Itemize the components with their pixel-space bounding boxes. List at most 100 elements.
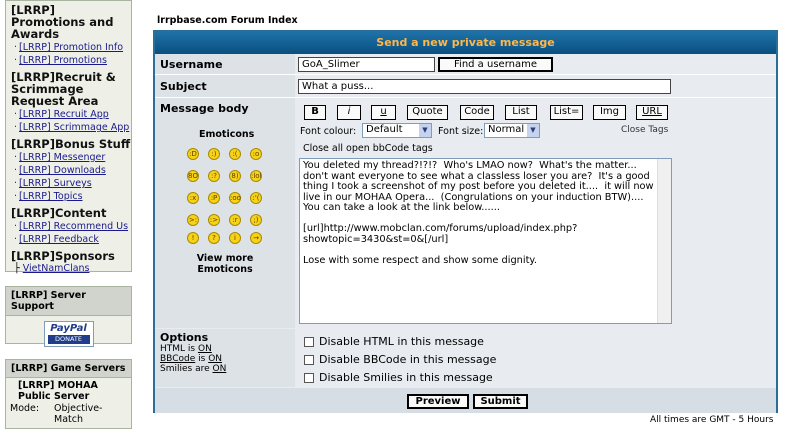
section-links: · [LRRP] Recommend Us · [LRRP] Feedback	[6, 220, 131, 246]
section-title: [LRRP]Content	[11, 206, 107, 220]
list-item: · [LRRP] Recommend Us	[14, 221, 129, 232]
html-is-text: HTML is	[160, 344, 196, 354]
ordered-list-button[interactable]: List=	[550, 105, 583, 120]
breadcrumb[interactable]: lrrpbase.com Forum Index	[157, 15, 298, 26]
section-links: · [LRRP] Recruit App · [LRRP] Scrimmage Ap…	[6, 108, 131, 134]
bbcode-status: BBCode is ON	[160, 354, 222, 365]
mode-value: Objective-Match	[54, 403, 103, 425]
subject-row: Subject What a puss...	[155, 75, 776, 98]
section-links: · [LRRP] Messenger · [LRRP] Downloads · [LR…	[6, 151, 131, 203]
link-vietnamclans[interactable]: VietNamClans	[23, 263, 90, 274]
smile-emoticon-icon[interactable]: :D	[187, 148, 199, 160]
submit-button[interactable]: Submit	[473, 394, 528, 409]
form-title: Send a new private message	[155, 32, 776, 54]
link-recruit-app[interactable]: [LRRP] Recruit App	[19, 109, 109, 120]
idea-emoticon-icon[interactable]: i	[229, 232, 241, 244]
link-promotion-info[interactable]: [LRRP] Promotion Info	[19, 42, 123, 53]
font-colour-label: Font colour:	[300, 126, 357, 137]
bbcode-state[interactable]: ON	[208, 354, 222, 364]
link-downloads[interactable]: [LRRP] Downloads	[19, 165, 106, 176]
shocked-emoticon-icon[interactable]: 8O	[187, 170, 199, 182]
list-button[interactable]: List	[505, 105, 537, 120]
mode-label: Mode:	[10, 403, 40, 414]
surprised-emoticon-icon[interactable]: :o	[250, 148, 262, 160]
list-item: · [LRRP] Recruit App	[14, 109, 109, 120]
find-username-button[interactable]: Find a username	[438, 57, 553, 72]
list-item: · [LRRP] Downloads	[14, 165, 106, 176]
html-state[interactable]: ON	[198, 344, 212, 354]
disable-bbcode-label: Disable BBCode in this message	[319, 353, 497, 366]
emoticons-title: Emoticons	[199, 129, 255, 140]
rolleyes-emoticon-icon[interactable]: :r	[229, 214, 241, 226]
view-more-emoticons-link[interactable]: View more Emoticons	[195, 253, 255, 275]
quote-button[interactable]: Quote	[407, 105, 448, 120]
question-emoticon-icon[interactable]: ?	[208, 232, 220, 244]
link-recommend-us[interactable]: [LRRP] Recommend Us	[19, 221, 128, 232]
disable-html-label: Disable HTML in this message	[319, 335, 484, 348]
game-servers-box: [LRRP] Game Servers [LRRP] MOHAA Public …	[5, 359, 132, 429]
disable-html-checkbox[interactable]	[304, 337, 314, 347]
font-size-value: Normal	[488, 124, 525, 135]
paypal-donate-button[interactable]: PayPal DONATE	[43, 321, 94, 347]
list-item: · [LRRP] Promotions	[14, 55, 107, 66]
textarea-scrollbar[interactable]	[657, 159, 671, 323]
italic-button[interactable]: i	[337, 105, 361, 120]
evil-emoticon-icon[interactable]: >:	[187, 214, 199, 226]
url-button[interactable]: URL	[636, 105, 668, 120]
game-servers-title: [LRRP] Game Servers	[6, 360, 131, 378]
link-messenger[interactable]: [LRRP] Messenger	[19, 152, 105, 163]
link-topics[interactable]: [LRRP] Topics	[19, 191, 83, 202]
underline-button[interactable]: u	[371, 105, 396, 120]
bbcode-is-text: is	[198, 354, 206, 364]
font-size-select[interactable]: Normal ▼	[484, 123, 540, 138]
list-item: · [LRRP] Feedback	[14, 234, 99, 245]
crying-emoticon-icon[interactable]: :'(	[250, 192, 262, 204]
link-feedback[interactable]: [LRRP] Feedback	[19, 234, 99, 245]
embarrassed-emoticon-icon[interactable]: :oo	[229, 192, 241, 204]
confused-emoticon-icon[interactable]: :?	[208, 170, 220, 182]
section-title: [LRRP]Bonus Stuff	[11, 137, 131, 151]
private-message-form: Send a new private message Username GoA_…	[153, 30, 778, 413]
bbcode-faq-link[interactable]: BBCode	[160, 354, 195, 364]
tree-item: ├ VietNamClans	[14, 263, 90, 274]
mad-emoticon-icon[interactable]: :x	[187, 192, 199, 204]
disable-bbcode-checkbox[interactable]	[304, 355, 314, 365]
paypal-logo: PayPal	[50, 323, 87, 334]
message-body-label: Message body	[160, 102, 249, 115]
server-mode: Mode: Objective-Match	[6, 402, 131, 425]
arrow-emoticon-icon[interactable]: →	[250, 232, 262, 244]
close-tags-link[interactable]: Close Tags	[621, 125, 668, 135]
list-item: · [LRRP] Topics	[14, 191, 83, 202]
sad-emoticon-icon[interactable]: :(	[229, 148, 241, 160]
razz-emoticon-icon[interactable]: :P	[208, 192, 220, 204]
html-status: HTML is ON	[160, 344, 212, 355]
grin-emoticon-icon[interactable]: :)	[208, 148, 220, 160]
wink-emoticon-icon[interactable]: ;)	[250, 214, 262, 226]
exclaim-emoticon-icon[interactable]: !	[187, 232, 199, 244]
section-title: [LRRP]Recruit & Scrimmage Request Area	[11, 70, 116, 108]
img-button[interactable]: Img	[593, 105, 626, 120]
options-label: Options	[160, 331, 209, 344]
cool-emoticon-icon[interactable]: 8)	[229, 170, 241, 182]
laughing-emoticon-icon[interactable]: :lol	[250, 170, 262, 182]
code-button[interactable]: Code	[460, 105, 494, 120]
smilies-state[interactable]: ON	[213, 364, 227, 374]
twisted-emoticon-icon[interactable]: :>	[208, 214, 220, 226]
font-colour-select[interactable]: Default ▼	[362, 123, 432, 138]
font-size-label: Font size:	[438, 126, 484, 137]
list-item: · [LRRP] Messenger	[14, 152, 106, 163]
username-row: Username GoA_Slimer Find a username	[155, 54, 776, 75]
subject-field[interactable]: What a puss...	[298, 79, 671, 94]
list-item: · [LRRP] Scrimmage App	[14, 122, 130, 133]
preview-button[interactable]: Preview	[407, 394, 469, 409]
link-promotions[interactable]: [LRRP] Promotions	[19, 55, 107, 66]
server-support-title: [LRRP] Server Support	[6, 287, 131, 316]
server-name: [LRRP] MOHAA Public Server	[18, 380, 98, 402]
bold-button[interactable]: B	[304, 105, 326, 120]
link-scrimmage-app[interactable]: [LRRP] Scrimmage App	[19, 122, 129, 133]
list-item: · [LRRP] Surveys	[14, 178, 92, 189]
username-field[interactable]: GoA_Slimer	[298, 57, 435, 72]
message-textarea[interactable]: You deleted my thread?!?!? Who's LMAO no…	[299, 158, 672, 324]
disable-smilies-checkbox[interactable]	[304, 373, 314, 383]
link-surveys[interactable]: [LRRP] Surveys	[19, 178, 92, 189]
